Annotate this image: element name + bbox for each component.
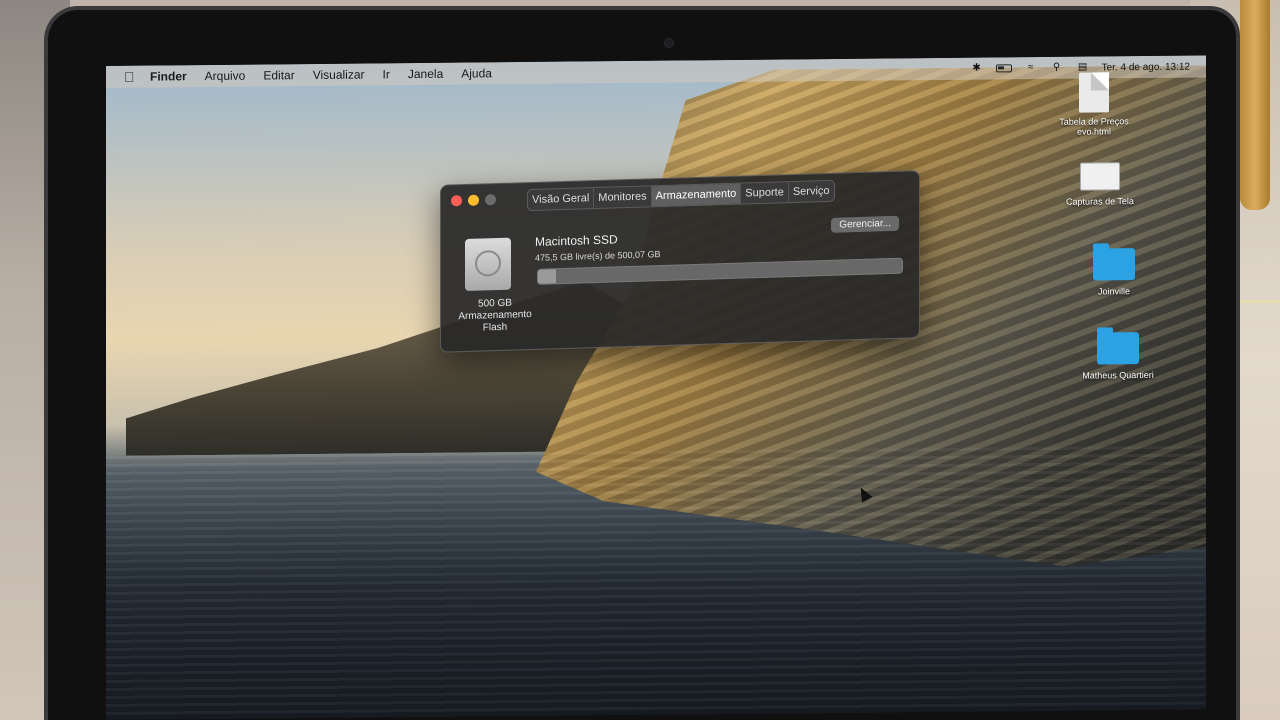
wifi-icon[interactable]: ≈ xyxy=(1024,62,1038,73)
spotlight-icon[interactable]: ⚲ xyxy=(1050,62,1064,73)
control-center-icon[interactable]: ▤ xyxy=(1076,62,1090,73)
manage-button[interactable]: Gerenciar... xyxy=(831,215,899,233)
disk-caption: 500 GB Armazenamento Flash xyxy=(453,297,537,336)
tab-visao-geral[interactable]: Visão Geral xyxy=(528,188,595,211)
desktop-icon-label: Capturas de Tela xyxy=(1066,196,1134,207)
html-file-icon xyxy=(1079,72,1109,113)
close-button[interactable] xyxy=(451,195,462,207)
wallpaper-sea xyxy=(106,445,1206,720)
apple-menu-icon[interactable]:  xyxy=(124,69,140,85)
desktop-icon-label: Joinville xyxy=(1097,286,1130,297)
battery-icon[interactable] xyxy=(995,64,1012,73)
desktop-icon-joinville[interactable]: Joinville xyxy=(1064,248,1164,297)
desktop-icon-tabela[interactable]: Tabela de Preços evo.html xyxy=(1044,72,1144,137)
disk-free-space: 475,5 GB livre(s) de 500,07 GB xyxy=(535,249,661,263)
zoom-button[interactable] xyxy=(485,194,496,206)
menu-finder[interactable]: Finder xyxy=(150,69,187,83)
chair xyxy=(1240,0,1270,210)
folder-icon xyxy=(1093,248,1135,281)
menu-ir[interactable]: Ir xyxy=(383,67,390,81)
desktop-icon-label: Tabela de Preços evo.html xyxy=(1059,116,1129,137)
bluetooth-icon[interactable]: ✱ xyxy=(970,63,984,74)
about-this-mac-window: Visão Geral Monitores Armazenamento Supo… xyxy=(440,170,920,353)
menu-ajuda[interactable]: Ajuda xyxy=(461,66,492,80)
disk-name: Macintosh SSD xyxy=(535,232,618,249)
menu-editar[interactable]: Editar xyxy=(263,68,294,82)
minimize-button[interactable] xyxy=(468,194,479,206)
tab-bar: Visão Geral Monitores Armazenamento Supo… xyxy=(527,179,835,212)
tab-servico[interactable]: Serviço xyxy=(789,181,834,202)
folder-icon xyxy=(1097,332,1139,365)
storage-bar-used xyxy=(538,269,556,284)
menu-janela[interactable]: Janela xyxy=(408,67,443,81)
storage-bar xyxy=(537,257,903,285)
menu-clock[interactable]: Ter. 4 de ago. 13:12 xyxy=(1102,61,1190,73)
menu-visualizar[interactable]: Visualizar xyxy=(313,68,365,82)
tab-suporte[interactable]: Suporte xyxy=(741,182,789,204)
desktop-icon-matheus[interactable]: Matheus Quartieri xyxy=(1068,332,1168,381)
tab-monitores[interactable]: Monitores xyxy=(594,186,652,209)
desktop-icon-label: Matheus Quartieri xyxy=(1082,369,1154,381)
screen:  Finder Arquivo Editar Visualizar Ir Ja… xyxy=(106,55,1206,720)
window-controls xyxy=(451,194,496,207)
menu-arquivo[interactable]: Arquivo xyxy=(205,69,246,83)
hard-drive-icon xyxy=(465,237,511,292)
webcam xyxy=(664,38,674,48)
desktop-icon-capturas[interactable]: Capturas de Tela xyxy=(1050,162,1150,207)
screenshot-icon xyxy=(1080,162,1120,191)
tab-armazenamento[interactable]: Armazenamento xyxy=(651,183,742,207)
